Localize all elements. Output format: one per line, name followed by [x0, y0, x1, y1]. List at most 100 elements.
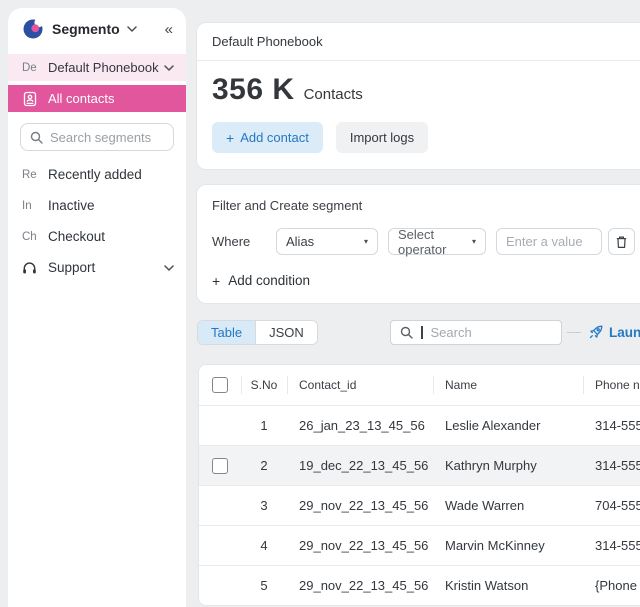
rocket-icon	[588, 324, 604, 340]
add-condition-button[interactable]: + Add condition	[212, 273, 310, 288]
row-sno: 4	[241, 538, 287, 553]
segment-label: Inactive	[48, 198, 95, 213]
row-phone: 704-555-0	[583, 498, 640, 513]
segment-prefix: In	[22, 200, 48, 212]
import-logs-label: Import logs	[350, 130, 414, 145]
where-label: Where	[212, 234, 276, 249]
contact-book-icon	[22, 91, 48, 107]
sidebar-header: Segmento «	[8, 8, 186, 48]
sidebar-item-inactive[interactable]: In Inactive	[8, 190, 186, 221]
row-contact-id: 29_nov_22_13_45_56	[287, 538, 433, 553]
segmento-logo	[22, 18, 44, 40]
filter-card: Filter and Create segment Where Alias ▾ …	[196, 184, 640, 304]
all-contacts-label: All contacts	[48, 91, 114, 106]
page-title: Default Phonebook	[197, 23, 640, 61]
header-name: Name	[433, 365, 583, 405]
table-row[interactable]: 1 26_jan_23_13_45_56 Leslie Alexander 31…	[199, 405, 640, 445]
trash-icon	[615, 235, 628, 249]
segment-list: Re Recently added In Inactive Ch Checkou…	[8, 159, 186, 283]
search-segments-box[interactable]	[20, 123, 174, 151]
search-segments-input[interactable]	[50, 130, 164, 145]
header-phone: Phone number	[583, 365, 640, 405]
brand-title: Segmento	[52, 21, 120, 37]
delete-condition-button[interactable]	[608, 228, 635, 255]
search-icon	[30, 131, 43, 144]
chevron-down-icon[interactable]	[127, 26, 137, 32]
sidebar-item-recently-added[interactable]: Re Recently added	[8, 159, 186, 190]
text-caret	[421, 326, 423, 339]
operator-select[interactable]: Select operator ▾	[388, 228, 486, 255]
contacts-count-unit: Contacts	[304, 86, 363, 103]
row-phone: 314-555-0	[583, 458, 640, 473]
row-checkbox-cell	[199, 458, 241, 474]
filter-title: Filter and Create segment	[212, 198, 640, 213]
row-contact-id: 29_nov_22_13_45_56	[287, 578, 433, 593]
table-search-box[interactable]	[390, 320, 562, 345]
row-name: Wade Warren	[433, 498, 583, 513]
select-arrow-icon: ▾	[472, 237, 476, 246]
sidebar-item-all-contacts[interactable]: All contacts	[8, 85, 186, 112]
phonebook-prefix: De	[22, 62, 48, 74]
field-select[interactable]: Alias ▾	[276, 228, 378, 255]
select-all-checkbox[interactable]	[212, 377, 228, 393]
segment-label: Checkout	[48, 229, 105, 244]
row-sno: 3	[241, 498, 287, 513]
row-phone: {Phone number}	[583, 578, 640, 593]
header-contact-id: Contact_id	[287, 365, 433, 405]
launch-label: Launch	[609, 325, 640, 340]
row-contact-id: 29_nov_22_13_45_56	[287, 498, 433, 513]
row-sno: 1	[241, 418, 287, 433]
row-contact-id: 19_dec_22_13_45_56	[287, 458, 433, 473]
table-row[interactable]: 2 19_dec_22_13_45_56 Kathryn Murphy 314-…	[199, 445, 640, 485]
segment-prefix: Ch	[22, 231, 48, 243]
main-content: Default Phonebook 356 K Contacts + Add c…	[196, 0, 640, 606]
add-contact-label: Add contact	[240, 130, 309, 145]
table-toolbar: Table JSON Launch	[196, 320, 640, 346]
segment-label: Recently added	[48, 167, 142, 182]
row-name: Marvin McKinney	[433, 538, 583, 553]
view-tabs: Table JSON	[197, 320, 318, 345]
header-checkbox-cell	[199, 365, 241, 405]
collapse-sidebar-icon[interactable]: «	[165, 21, 172, 38]
operator-select-placeholder: Select operator	[398, 227, 464, 257]
row-name: Kathryn Murphy	[433, 458, 583, 473]
phonebook-label: Default Phonebook	[48, 60, 159, 75]
segment-prefix: Re	[22, 169, 48, 181]
plus-icon: +	[226, 131, 234, 145]
sidebar-item-support[interactable]: Support	[8, 252, 186, 283]
import-logs-button[interactable]: Import logs	[336, 122, 428, 153]
headphones-icon	[22, 261, 48, 275]
launch-button[interactable]: Launch	[567, 324, 640, 340]
tab-table[interactable]: Table	[198, 321, 255, 344]
row-sno: 2	[241, 458, 287, 473]
sidebar-item-default-phonebook[interactable]: De Default Phonebook	[8, 54, 186, 81]
header-actions: + Add contact Import logs	[197, 107, 640, 169]
row-phone: 314-555-0	[583, 418, 640, 433]
chevron-down-icon[interactable]	[164, 265, 174, 271]
filter-value-input[interactable]	[496, 228, 602, 255]
filter-condition-row: Where Alias ▾ Select operator ▾	[212, 228, 640, 255]
chevron-down-icon[interactable]	[164, 65, 174, 71]
contacts-table: S.No Contact_id Name Phone number 1 26_j…	[198, 364, 640, 606]
phonebook-summary-card: Default Phonebook 356 K Contacts + Add c…	[196, 22, 640, 170]
plus-icon: +	[212, 274, 220, 288]
field-select-value: Alias	[286, 234, 314, 249]
sidebar: Segmento « De Default Phonebook All cont…	[8, 8, 186, 607]
header-sno: S.No	[241, 365, 287, 405]
add-condition-label: Add condition	[228, 273, 310, 288]
contacts-count: 356 K	[212, 73, 295, 107]
table-row[interactable]: 3 29_nov_22_13_45_56 Wade Warren 704-555…	[199, 485, 640, 525]
table-row[interactable]: 4 29_nov_22_13_45_56 Marvin McKinney 314…	[199, 525, 640, 565]
tab-json[interactable]: JSON	[255, 321, 317, 344]
contacts-count-row: 356 K Contacts	[197, 61, 640, 107]
divider-line	[567, 332, 581, 333]
table-row[interactable]: 5 29_nov_22_13_45_56 Kristin Watson {Pho…	[199, 565, 640, 605]
row-checkbox[interactable]	[212, 458, 228, 474]
row-contact-id: 26_jan_23_13_45_56	[287, 418, 433, 433]
search-icon	[400, 326, 413, 339]
table-search-input[interactable]	[431, 325, 553, 340]
row-name: Leslie Alexander	[433, 418, 583, 433]
sidebar-item-checkout[interactable]: Ch Checkout	[8, 221, 186, 252]
select-arrow-icon: ▾	[364, 237, 368, 246]
add-contact-button[interactable]: + Add contact	[212, 122, 323, 153]
